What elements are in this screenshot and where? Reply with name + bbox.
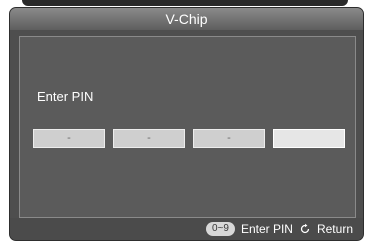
pin-digit-1[interactable]: - [33,129,105,148]
enter-pin-hint: Enter PIN [240,222,293,236]
dialog-body: Enter PIN - - - [19,36,356,218]
top-bezel-tab [22,0,348,6]
number-keys-badge: 0~9 [205,222,235,236]
return-button[interactable]: Return [317,222,353,236]
pin-input-row: - - - [33,129,348,149]
tv-frame: V-Chip Enter PIN - - - 0~9 Enter PIN Ret… [0,0,371,246]
dialog-title: V-Chip [10,8,363,30]
pin-label: Enter PIN [37,89,94,104]
return-icon[interactable] [299,223,311,235]
pin-digit-3[interactable]: - [193,129,265,148]
pin-digit-2[interactable]: - [113,129,185,148]
footer-bar: 0~9 Enter PIN Return [10,218,363,240]
vchip-dialog: V-Chip Enter PIN - - - 0~9 Enter PIN Ret… [9,7,364,241]
pin-digit-4[interactable] [273,129,345,148]
footer-hints: 0~9 Enter PIN Return [205,221,353,237]
